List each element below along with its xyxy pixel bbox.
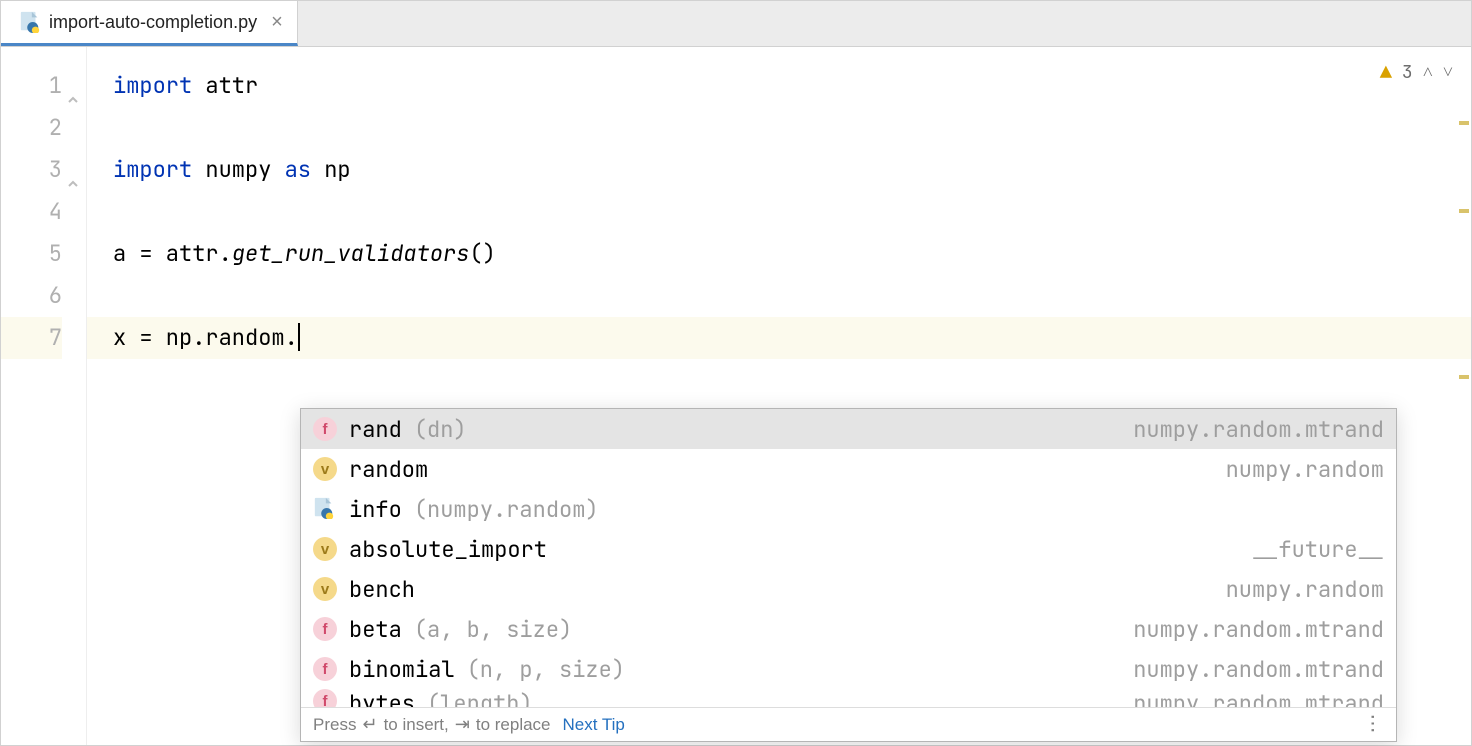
code-line[interactable]: import attr: [113, 65, 1471, 107]
code-line[interactable]: [113, 191, 1471, 233]
file-tab[interactable]: import-auto-completion.py ×: [1, 1, 298, 46]
completion-params: (numpy.random): [414, 495, 599, 524]
completion-name: absolute_import: [349, 535, 547, 564]
completion-item[interactable]: info (numpy.random): [301, 489, 1396, 529]
completion-name: rand: [349, 415, 402, 444]
editor[interactable]: ▲ 3 ˄ ˅ 1234567 import attrimport numpy …: [1, 47, 1471, 745]
code-line[interactable]: [113, 107, 1471, 149]
code-line[interactable]: a = attr.get_run_validators(): [113, 233, 1471, 275]
completion-popup: frand(dn)numpy.random.mtrandvrandomnumpy…: [300, 408, 1397, 742]
completion-source: numpy.random.mtrand: [1133, 655, 1384, 684]
completion-source: numpy.random.mtrand: [1133, 689, 1384, 707]
completion-footer: Press ↵ to insert, ⇥ to replace Next Tip…: [301, 707, 1396, 741]
completion-params: (n, p, size): [467, 655, 625, 684]
completion-name: random: [349, 455, 428, 484]
completion-name: beta: [349, 615, 402, 644]
enter-key-icon: ↵: [362, 714, 377, 735]
gutter-line-number: 2: [1, 107, 62, 149]
more-options-icon[interactable]: ⋯: [1361, 714, 1386, 736]
fold-marker-icon[interactable]: [66, 79, 80, 93]
gutter-line-number: 1: [1, 65, 62, 107]
completion-item[interactable]: fbytes (length) numpy.random.mtrand: [301, 689, 1396, 707]
completion-name: binomial: [349, 655, 455, 684]
completion-source: numpy.random: [1226, 575, 1384, 604]
completion-list: frand(dn)numpy.random.mtrandvrandomnumpy…: [301, 409, 1396, 707]
fold-marker-icon[interactable]: [66, 163, 80, 177]
gutter-line-number: 6: [1, 275, 62, 317]
footer-text-insert: to insert,: [384, 715, 449, 735]
completion-item[interactable]: f binomial (n, p, size) numpy.random.mtrand: [301, 649, 1396, 689]
variable-kind-icon: v: [313, 577, 337, 601]
completion-source: __future__: [1252, 535, 1384, 564]
function-kind-icon: f: [313, 617, 337, 641]
variable-kind-icon: v: [313, 457, 337, 481]
completion-item[interactable]: vbench numpy.random: [301, 569, 1396, 609]
completion-params: (length): [427, 689, 533, 707]
gutter-line-number: 7: [1, 317, 62, 359]
variable-kind-icon: v: [313, 537, 337, 561]
code-line[interactable]: x = np.random.: [87, 317, 1471, 359]
completion-params: (a, b, size): [414, 615, 572, 644]
tab-bar: import-auto-completion.py ×: [1, 1, 1471, 47]
completion-source: numpy.random: [1226, 455, 1384, 484]
tab-filename: import-auto-completion.py: [49, 12, 257, 33]
next-tip-link[interactable]: Next Tip: [563, 715, 625, 735]
completion-name: bytes: [349, 689, 415, 707]
completion-item[interactable]: v absolute_import __future__: [301, 529, 1396, 569]
gutter-line-number: 3: [1, 149, 62, 191]
completion-source: numpy.random.mtrand: [1133, 415, 1384, 444]
code-line[interactable]: import numpy as np: [113, 149, 1471, 191]
footer-text-replace: to replace: [476, 715, 551, 735]
completion-name: info: [349, 495, 402, 524]
completion-source: numpy.random.mtrand: [1133, 615, 1384, 644]
completion-item[interactable]: frand (dn) numpy.random.mtrand: [301, 409, 1396, 449]
function-kind-icon: f: [313, 417, 337, 441]
python-file-icon: [19, 11, 41, 33]
function-kind-icon: f: [313, 657, 337, 681]
completion-name: bench: [349, 575, 415, 604]
completion-item[interactable]: vrandom numpy.random: [301, 449, 1396, 489]
gutter-line-number: 5: [1, 233, 62, 275]
completion-item[interactable]: fbeta (a, b, size) numpy.random.mtrand: [301, 609, 1396, 649]
tab-key-icon: ⇥: [455, 714, 470, 735]
function-kind-icon: f: [313, 689, 337, 707]
text-caret: [298, 323, 300, 351]
gutter: 1234567: [1, 47, 87, 745]
code-line[interactable]: [113, 275, 1471, 317]
footer-text-press: Press: [313, 715, 356, 735]
close-tab-icon[interactable]: ×: [271, 11, 283, 34]
python-file-icon: [313, 497, 337, 521]
completion-params: (dn): [414, 415, 467, 444]
gutter-line-number: 4: [1, 191, 62, 233]
